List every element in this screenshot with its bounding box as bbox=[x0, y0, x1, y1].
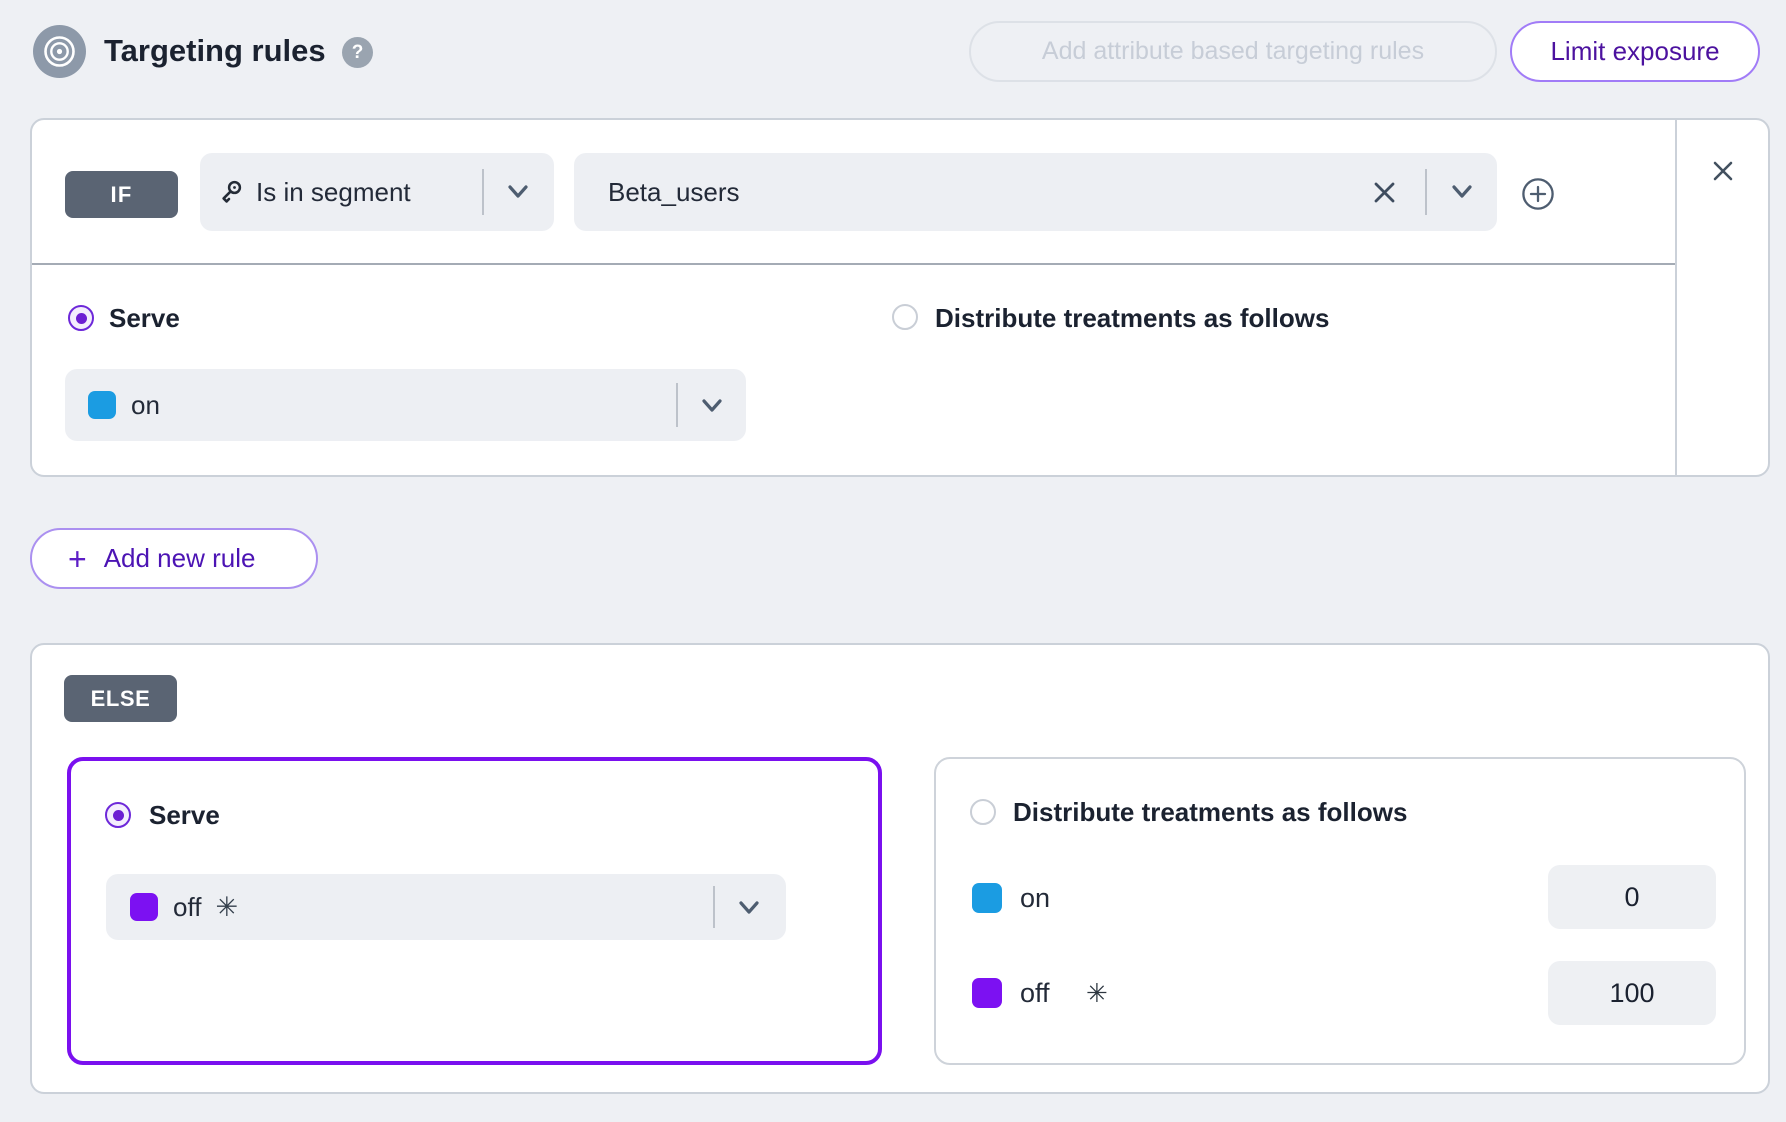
treatment-select[interactable]: on bbox=[65, 369, 746, 441]
add-new-rule-button[interactable]: + Add new rule bbox=[30, 528, 318, 589]
treatment-value: off bbox=[173, 892, 201, 923]
treatment-color-swatch bbox=[972, 883, 1002, 913]
else-distribute-panel: Distribute treatments as follows on 0 of… bbox=[934, 757, 1746, 1065]
treatment-value: on bbox=[131, 390, 160, 421]
chevron-down-icon bbox=[734, 896, 764, 920]
treatment-name: off bbox=[1020, 978, 1050, 1009]
page-title: Targeting rules bbox=[104, 33, 326, 69]
select-divider bbox=[1425, 169, 1427, 215]
add-condition-icon[interactable] bbox=[1521, 177, 1555, 211]
else-distribute-radio[interactable] bbox=[970, 799, 996, 825]
chevron-down-icon bbox=[1447, 180, 1477, 204]
limit-exposure-button[interactable]: Limit exposure bbox=[1510, 21, 1760, 82]
distribute-radio[interactable] bbox=[892, 304, 918, 330]
treatment-percentage-input[interactable]: 100 bbox=[1548, 961, 1716, 1025]
remove-rule-icon[interactable] bbox=[1709, 157, 1737, 185]
target-icon bbox=[33, 25, 86, 78]
serve-radio[interactable] bbox=[68, 305, 94, 331]
else-serve-label: Serve bbox=[149, 799, 220, 831]
treatment-color-swatch bbox=[130, 893, 158, 921]
chevron-down-icon bbox=[503, 180, 533, 204]
treatment-color-swatch bbox=[972, 978, 1002, 1008]
key-icon bbox=[215, 177, 245, 207]
distribute-label: Distribute treatments as follows bbox=[935, 302, 1329, 334]
matcher-select[interactable]: Is in segment bbox=[200, 153, 554, 231]
else-serve-box: Serve off ✳ bbox=[67, 757, 882, 1065]
matcher-label: Is in segment bbox=[256, 177, 411, 208]
select-divider bbox=[482, 169, 484, 215]
segment-value-field[interactable]: Beta_users bbox=[574, 153, 1497, 231]
select-divider bbox=[713, 886, 715, 928]
segment-value: Beta_users bbox=[608, 177, 740, 208]
default-treatment-icon: ✳ bbox=[1086, 978, 1108, 1009]
if-badge: IF bbox=[65, 171, 178, 218]
else-badge: ELSE bbox=[64, 675, 177, 722]
else-distribute-label: Distribute treatments as follows bbox=[1013, 796, 1407, 828]
treatment-name: on bbox=[1020, 883, 1050, 914]
add-new-rule-label: Add new rule bbox=[104, 543, 256, 574]
else-rule-card: ELSE Serve off ✳ Distribute treatments a… bbox=[30, 643, 1770, 1094]
select-divider bbox=[676, 383, 678, 427]
chevron-down-icon bbox=[697, 394, 727, 418]
card-divider bbox=[1675, 120, 1677, 475]
serve-label: Serve bbox=[109, 302, 180, 334]
treatment-color-swatch bbox=[88, 391, 116, 419]
treatment-percentage-input[interactable]: 0 bbox=[1548, 865, 1716, 929]
clear-icon[interactable] bbox=[1371, 179, 1398, 206]
help-icon[interactable]: ? bbox=[342, 37, 373, 68]
else-treatment-select[interactable]: off ✳ bbox=[106, 874, 786, 940]
if-rule-card: IF Is in segment Beta_users bbox=[30, 118, 1770, 477]
default-treatment-icon: ✳ bbox=[215, 892, 238, 923]
add-attribute-rules-button[interactable]: Add attribute based targeting rules bbox=[969, 21, 1497, 82]
targeting-rules-page: Targeting rules ? Add attribute based ta… bbox=[0, 0, 1786, 1122]
plus-icon: + bbox=[68, 544, 87, 574]
else-serve-radio[interactable] bbox=[105, 802, 131, 828]
row-divider bbox=[32, 263, 1675, 265]
